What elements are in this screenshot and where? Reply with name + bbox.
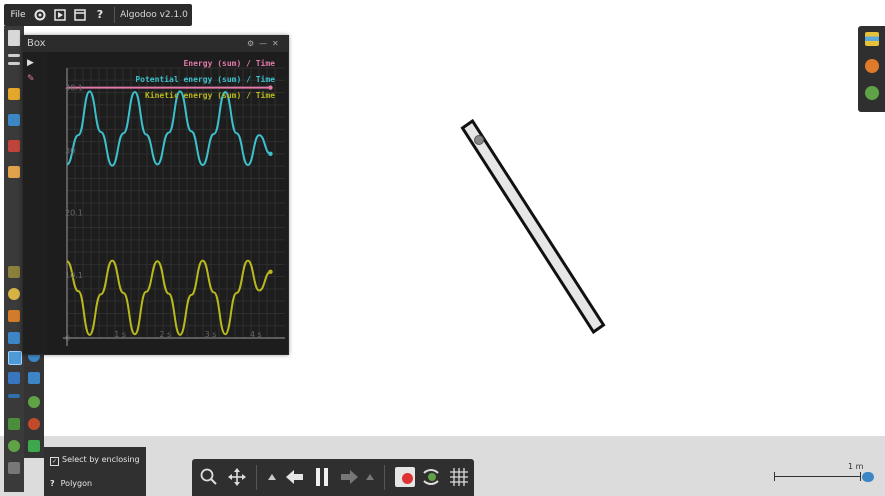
window-icon[interactable] [72,4,88,26]
menu-icon[interactable] [8,54,20,57]
x-tick-label: 4 s [250,330,262,339]
scale-indicator: 1 m [772,462,874,482]
x-tick-label: 1 s [114,330,126,339]
data-point [268,85,273,90]
scene-icon[interactable] [8,140,20,152]
polygon-row[interactable]: ? Polygon [50,476,92,492]
left-toolbar [4,26,24,492]
sketch-tool-icon[interactable] [8,288,20,300]
x-tick-label: 3 s [205,330,217,339]
new-scene-icon[interactable] [8,30,20,46]
file-menu[interactable]: File [6,4,30,26]
app-version-label: Algodoo v2.1.0 [120,10,188,20]
draw-tool-icon[interactable] [8,266,20,278]
step-up-icon[interactable] [366,473,374,481]
y-tick-label: 10.1 [65,271,83,280]
settings-gear-icon[interactable] [32,4,48,26]
move-icon[interactable] [228,468,246,486]
polygon-tool-icon[interactable] [8,351,22,365]
y-tick-label: 40.1 [65,84,83,93]
settings-icon[interactable] [8,166,20,178]
enclosing-checkbox[interactable]: ✓ [50,457,59,466]
help-button[interactable]: ? [92,4,108,26]
tracer-tool-icon[interactable] [8,462,20,474]
step-down-icon[interactable] [268,473,276,481]
spring-tool-icon[interactable] [8,418,20,430]
zoom-icon[interactable] [200,468,218,486]
undo-icon[interactable] [286,469,304,485]
select-enclosing-row[interactable]: ✓ Select by enclosing [50,452,140,468]
layers-icon[interactable] [865,32,879,46]
graph-window-title: Box [27,38,46,49]
center-of-mass-icon [474,135,484,145]
legend-entry: Kinetic energy (sum) / Time [145,90,275,100]
plane-tool-icon[interactable] [8,394,20,398]
y-tick-label: 30 [65,147,75,156]
y-tick-label: 20.1 [65,208,83,217]
selection-options-panel: ✓ Select by enclosing ? Polygon [44,447,146,496]
plank-box[interactable] [460,118,606,335]
fixate-tool-icon[interactable] [28,396,40,408]
scale-label: 1 m [848,462,864,471]
right-panel [858,26,885,112]
record-icon[interactable] [395,467,415,487]
graph-window[interactable]: Box ⚙ — ✕ ▶ ✎ 40.1 30 20.1 10.1 0 1 s2 s3 s4 … [22,35,289,355]
legend-entry: Potential energy (sum) / Time [135,74,275,84]
y-tick-label: 0 [65,334,70,343]
play-window-icon[interactable] [52,4,68,26]
select-enclosing-label: Select by enclosing [62,455,140,464]
toolbar-divider [384,465,385,490]
minimize-icon[interactable]: — [259,36,267,52]
menu-divider [114,7,115,23]
x-tick-label: 2 s [159,330,171,339]
toolbar-divider [256,465,257,490]
graph-settings-icon[interactable]: ⚙ [247,36,254,52]
gear-tool-icon[interactable] [8,440,20,452]
top-menu-bar: File ? Algodoo v2.1.0 [4,4,192,26]
data-point [268,151,273,157]
open-folder-icon[interactable] [8,88,20,100]
palette-icon[interactable] [865,59,879,73]
gravity-icon[interactable] [422,467,442,487]
polygon-label: Polygon [60,479,93,488]
drag-tool-icon[interactable] [8,332,20,344]
redo-icon[interactable] [340,469,358,485]
graph-window-header[interactable]: Box ⚙ — ✕ [23,36,288,52]
grid-icon[interactable] [450,468,468,486]
chain-tool-icon[interactable] [28,372,40,384]
bottom-toolbar [192,459,474,496]
data-point [268,269,273,275]
laser-tool-icon[interactable] [28,440,40,452]
rotate-tool-icon[interactable] [8,310,20,322]
energy-plot: 40.1 30 20.1 10.1 0 1 s 2 s 3 s 4 s Energy (sum)… [47,52,288,354]
polygon-help-mark: ? [50,479,55,488]
pause-icon[interactable] [314,467,330,487]
zoom-world-icon[interactable] [865,86,879,100]
hand-cursor-icon [862,472,874,482]
close-icon[interactable]: ✕ [272,36,279,52]
box-tool-icon[interactable] [8,372,20,384]
save-icon[interactable] [8,114,20,126]
thruster-tool-icon[interactable] [28,418,40,430]
menu-icon-line [8,62,20,65]
legend-entry: Energy (sum) / Time [183,58,275,68]
